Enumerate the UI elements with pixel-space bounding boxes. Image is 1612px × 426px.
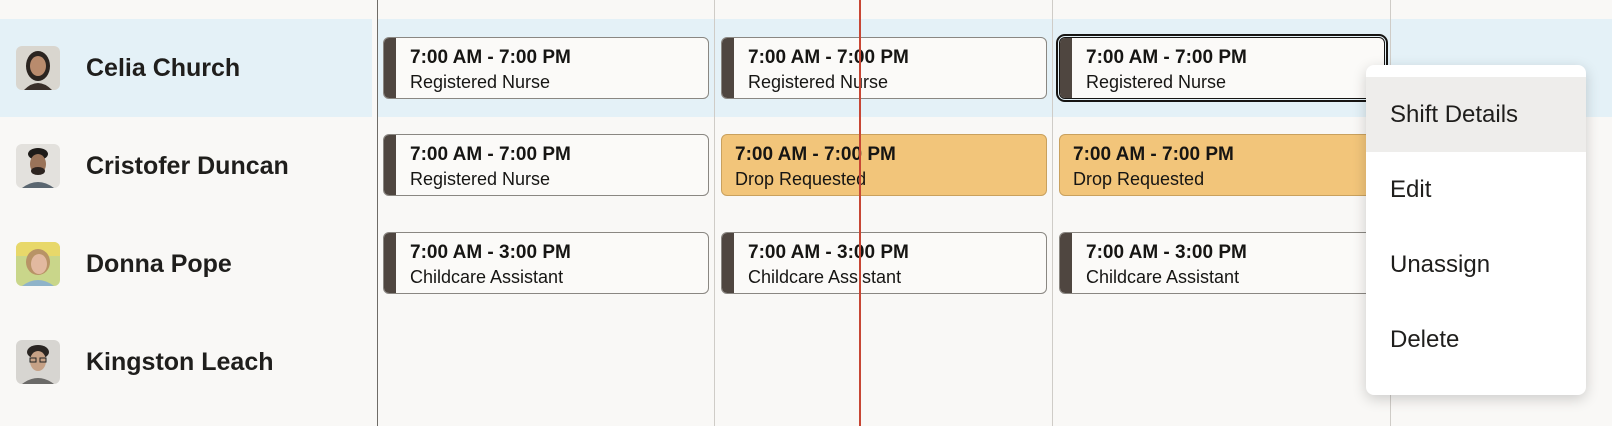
employee-name: Donna Pope	[86, 249, 232, 278]
day-column-divider	[1052, 0, 1053, 426]
menu-item-edit[interactable]: Edit	[1366, 152, 1586, 227]
shift-role: Registered Nurse	[748, 72, 889, 92]
shift-time: 7:00 AM - 7:00 PM	[410, 47, 571, 68]
shift-card-selected[interactable]: 7:00 AM - 7:00 PM Registered Nurse	[1056, 34, 1388, 102]
menu-item-delete[interactable]: Delete	[1366, 302, 1586, 377]
shift-type-bar	[384, 135, 396, 195]
shift-role: Registered Nurse	[1086, 72, 1227, 92]
shift-time: 7:00 AM - 7:00 PM	[748, 47, 909, 68]
shift-time: 7:00 AM - 7:00 PM	[735, 144, 896, 165]
employee-row-cristofer[interactable]: Cristofer Duncan	[0, 117, 372, 215]
menu-item-shift-details[interactable]: Shift Details	[1366, 77, 1586, 152]
shift-context-menu: Shift Details Edit Unassign Delete	[1366, 65, 1586, 395]
employee-row-celia[interactable]: Celia Church	[0, 19, 372, 117]
current-time-indicator	[859, 0, 861, 426]
shift-time: 7:00 AM - 7:00 PM	[410, 144, 571, 165]
shift-type-bar	[384, 38, 396, 98]
shift-type-bar	[1060, 38, 1072, 98]
shift-time: 7:00 AM - 3:00 PM	[410, 242, 571, 263]
employee-name: Cristofer Duncan	[86, 151, 289, 180]
menu-item-unassign[interactable]: Unassign	[1366, 227, 1586, 302]
shift-time: 7:00 AM - 3:00 PM	[748, 242, 909, 263]
shift-type-bar	[722, 233, 734, 293]
shift-type-bar	[1060, 233, 1072, 293]
shift-status: Drop Requested	[735, 169, 867, 189]
shift-status: Drop Requested	[1073, 169, 1205, 189]
shift-role: Childcare Assistant	[748, 267, 902, 287]
employee-row-kingston[interactable]: Kingston Leach	[0, 313, 372, 411]
shift-card[interactable]: 7:00 AM - 7:00 PM Registered Nurse	[383, 37, 709, 99]
shift-time: 7:00 AM - 3:00 PM	[1086, 242, 1247, 263]
shift-role: Registered Nurse	[410, 72, 551, 92]
shift-type-bar	[384, 233, 396, 293]
employee-list: Celia Church Cristofer Duncan Donna Pope	[0, 0, 372, 426]
avatar	[16, 242, 60, 286]
shift-role: Registered Nurse	[410, 169, 551, 189]
shift-card[interactable]: 7:00 AM - 7:00 PM Registered Nurse	[721, 37, 1047, 99]
avatar	[16, 144, 60, 188]
shift-time: 7:00 AM - 7:00 PM	[1073, 144, 1234, 165]
shift-card[interactable]: 7:00 AM - 3:00 PM Childcare Assistant	[721, 232, 1047, 294]
shift-card[interactable]: 7:00 AM - 3:00 PM Childcare Assistant	[1059, 232, 1385, 294]
shift-time: 7:00 AM - 7:00 PM	[1086, 47, 1247, 68]
shift-card[interactable]: 7:00 AM - 7:00 PM Registered Nurse	[383, 134, 709, 196]
shift-role: Childcare Assistant	[1086, 267, 1240, 287]
avatar	[16, 46, 60, 90]
shift-type-bar	[722, 38, 734, 98]
day-column-divider	[714, 0, 715, 426]
shift-card-drop-requested[interactable]: 7:00 AM - 7:00 PM Drop Requested	[1059, 134, 1385, 196]
shift-role: Childcare Assistant	[410, 267, 564, 287]
shift-card-drop-requested[interactable]: 7:00 AM - 7:00 PM Drop Requested	[721, 134, 1047, 196]
employee-row-donna[interactable]: Donna Pope	[0, 215, 372, 313]
avatar	[16, 340, 60, 384]
employee-name: Kingston Leach	[86, 347, 274, 376]
shift-card[interactable]: 7:00 AM - 3:00 PM Childcare Assistant	[383, 232, 709, 294]
employee-name: Celia Church	[86, 53, 241, 82]
